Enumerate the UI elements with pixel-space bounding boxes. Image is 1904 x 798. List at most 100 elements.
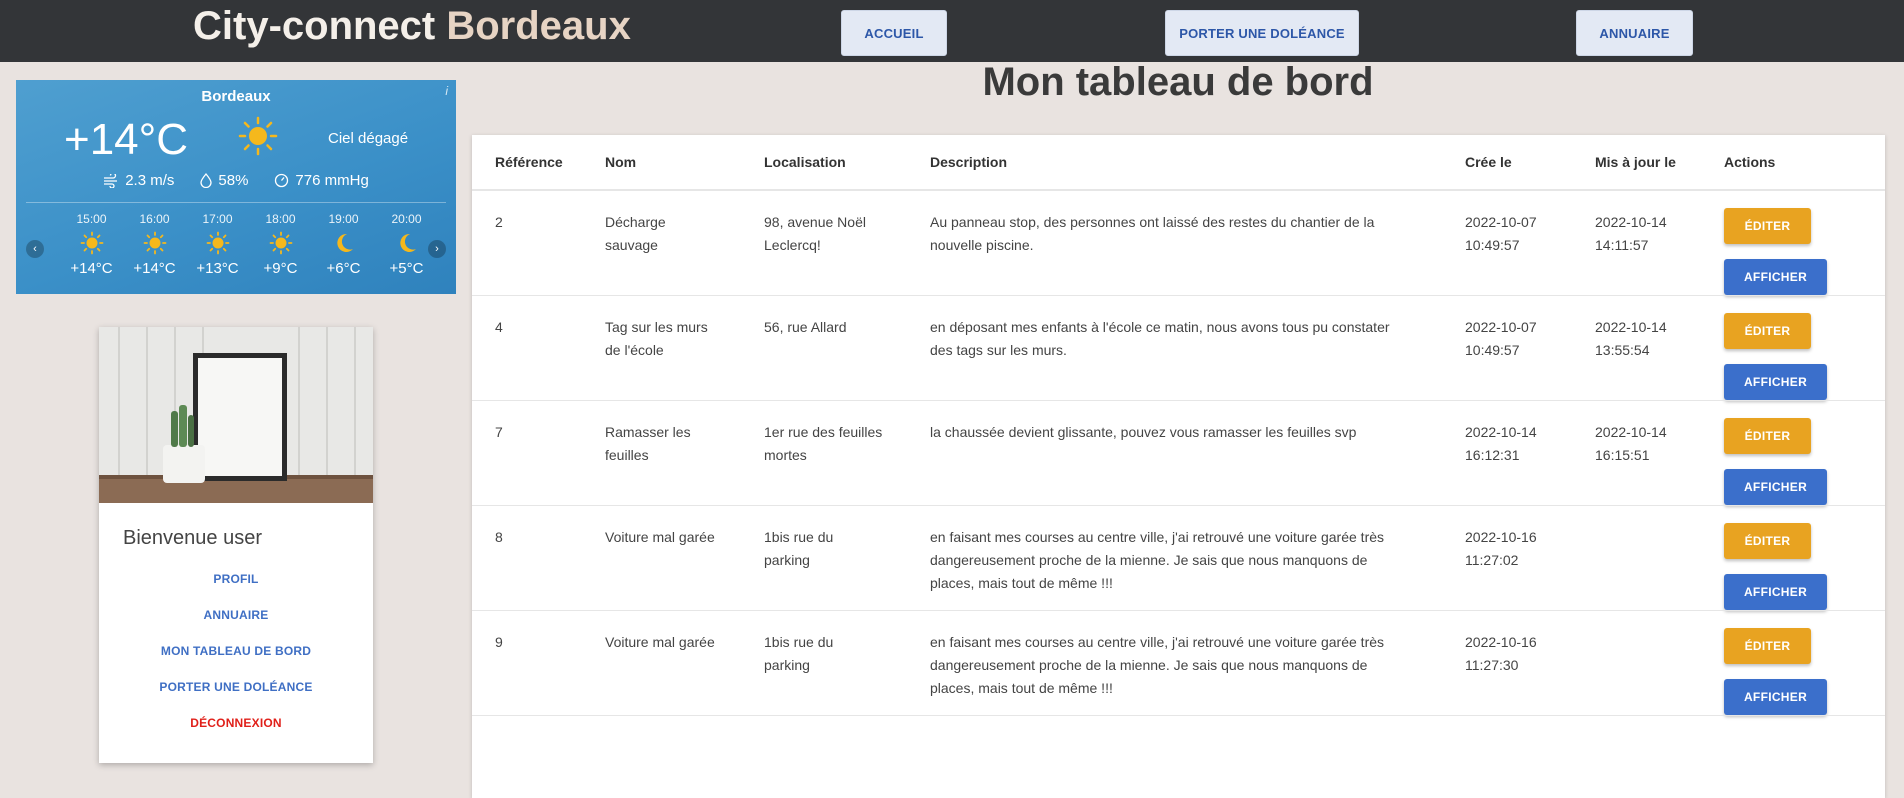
cell-created-line: 2022-10-14 [1465, 424, 1537, 440]
cell-created: 2022-10-07 10:49:57 [1442, 190, 1572, 296]
cell-updated-line: 16:15:51 [1595, 447, 1650, 463]
table-row: 9 Voiture mal garée 1bis rue du parking en f… [472, 610, 1885, 716]
cell-reference: 7 [472, 400, 582, 506]
table-row: 4 Tag sur les murs de l'école 56, rue Allar… [472, 295, 1885, 401]
brand-title[interactable]: City-connect Bordeaux [193, 4, 631, 48]
profil-link[interactable]: PROFIL [99, 561, 373, 597]
cell-name: Voiture mal garée [582, 505, 741, 611]
show-button[interactable]: AFFICHER [1724, 364, 1827, 400]
cell-description: Au panneau stop, des personnes ont laiss… [907, 190, 1442, 296]
cell-description-line: en faisant mes courses au centre ville, … [930, 634, 1385, 650]
edit-button[interactable]: ÉDITER [1724, 418, 1811, 454]
cell-updated: 2022-10-14 14:11:57 [1572, 190, 1701, 296]
forecast-hour: 15:00 +14°C [60, 212, 123, 277]
cell-name-line: sauvage [605, 237, 658, 253]
show-button[interactable]: AFFICHER [1724, 574, 1827, 610]
cell-updated: 2022-10-14 16:15:51 [1572, 400, 1701, 506]
top-navbar: City-connect Bordeaux ACCUEIL PORTER UNE… [0, 0, 1904, 62]
forecast-hour: 17:00 +13°C [186, 212, 249, 277]
column-header: Nom [582, 135, 741, 191]
cell-created: 2022-10-07 10:49:57 [1442, 295, 1572, 401]
cell-location-line: Leclercq! [764, 237, 821, 253]
info-icon[interactable]: i [445, 84, 448, 98]
nav-porter-doleance-button[interactable]: PORTER UNE DOLÉANCE [1165, 10, 1359, 56]
cell-updated-line: 14:11:57 [1595, 237, 1649, 253]
cell-name: Tag sur les murs de l'école [582, 295, 741, 401]
cell-description-line: des tags sur les murs. [930, 342, 1067, 358]
sun-icon [123, 226, 186, 260]
forecast-hour: 16:00 +14°C [123, 212, 186, 277]
chevron-left-icon[interactable]: ‹ [26, 240, 44, 258]
cell-created-line: 2022-10-07 [1465, 319, 1537, 335]
show-button[interactable]: AFFICHER [1724, 469, 1827, 505]
cell-actions: ÉDITER AFFICHER [1701, 610, 1885, 716]
moon-icon [375, 226, 438, 260]
pressure-stat: 776 mmHg [274, 172, 369, 189]
profile-card: Bienvenue user PROFIL ANNUAIRE MON TABLE… [99, 327, 373, 763]
annuaire-link[interactable]: ANNUAIRE [99, 597, 373, 633]
divider [26, 202, 446, 203]
cell-created-line: 11:27:02 [1465, 552, 1519, 568]
edit-button[interactable]: ÉDITER [1724, 313, 1811, 349]
cell-description-line: places, mais tout de même !!! [930, 575, 1113, 591]
welcome-message: Bienvenue user [123, 527, 262, 549]
porter-doleance-link[interactable]: PORTER UNE DOLÉANCE [99, 669, 373, 705]
forecast-time: 17:00 [202, 212, 233, 226]
cell-name-line: de l'école [605, 342, 664, 358]
humidity-stat: 58% [200, 172, 248, 189]
page-title: Mon tableau de bord [982, 60, 1374, 104]
logout-link[interactable]: DÉCONNEXION [99, 705, 373, 741]
show-button[interactable]: AFFICHER [1724, 679, 1827, 715]
cell-location-line: 1bis rue du [764, 634, 834, 650]
cell-description-line: en déposant mes enfants à l'école ce mat… [930, 319, 1390, 335]
cell-reference: 2 [472, 190, 582, 296]
cell-name: Ramasser les feuilles [582, 400, 741, 506]
cell-created-line: 10:49:57 [1465, 342, 1520, 358]
wind-value: 2.3 m/s [125, 172, 175, 189]
forecast-time: 19:00 [328, 212, 359, 226]
weather-temperature: +14°C [64, 115, 189, 164]
cell-updated-line: 13:55:54 [1595, 342, 1650, 358]
cell-created-line: 2022-10-07 [1465, 214, 1537, 230]
cell-location-line: mortes [764, 447, 807, 463]
forecast-temp: +14°C [70, 260, 113, 277]
cell-created: 2022-10-16 11:27:02 [1442, 505, 1572, 611]
edit-button[interactable]: ÉDITER [1724, 208, 1811, 244]
cell-updated [1572, 505, 1701, 611]
cell-created: 2022-10-14 16:12:31 [1442, 400, 1572, 506]
table-row: 2 Décharge sauvage 98, avenue Noël Leclercq!… [472, 190, 1885, 296]
cell-actions: ÉDITER AFFICHER [1701, 295, 1885, 401]
cell-name-line: feuilles [605, 447, 649, 463]
cell-updated-line: 2022-10-14 [1595, 214, 1667, 230]
cell-description-line: places, mais tout de même !!! [930, 680, 1113, 696]
gauge-icon [275, 173, 289, 188]
nav-accueil-button[interactable]: ACCUEIL [841, 10, 947, 56]
wind-icon [104, 173, 118, 188]
edit-button[interactable]: ÉDITER [1724, 523, 1811, 559]
nav-annuaire-button[interactable]: ANNUAIRE [1576, 10, 1693, 56]
cell-name-line: Tag sur les murs [605, 319, 708, 335]
edit-button[interactable]: ÉDITER [1724, 628, 1811, 664]
forecast-hour: 20:00 +5°C [375, 212, 438, 277]
cell-name-line: Voiture mal garée [605, 529, 715, 545]
weather-condition: Ciel dégagé [328, 130, 409, 147]
cell-name-line: Ramasser les [605, 424, 691, 440]
tableau-de-bord-link[interactable]: MON TABLEAU DE BORD [99, 633, 373, 669]
hourly-forecast: 15:00 +14°C 16:00 +14°C 17:00 +13°C 18:0… [60, 212, 438, 277]
cell-name: Décharge sauvage [582, 190, 741, 296]
show-button[interactable]: AFFICHER [1724, 259, 1827, 295]
sun-icon [249, 226, 312, 260]
forecast-hour: 18:00 +9°C [249, 212, 312, 277]
forecast-time: 15:00 [76, 212, 107, 226]
cell-created-line: 2022-10-16 [1465, 634, 1537, 650]
cell-actions: ÉDITER AFFICHER [1701, 400, 1885, 506]
column-header: Description [907, 135, 1442, 191]
cell-reference: 9 [472, 610, 582, 716]
column-header: Localisation [741, 135, 907, 191]
cell-description: en faisant mes courses au centre ville, … [907, 610, 1442, 716]
forecast-time: 16:00 [139, 212, 170, 226]
brand-name: City-connect [193, 4, 447, 48]
sun-icon [186, 226, 249, 260]
humidity-value: 58% [218, 172, 249, 189]
cell-updated: 2022-10-14 13:55:54 [1572, 295, 1701, 401]
